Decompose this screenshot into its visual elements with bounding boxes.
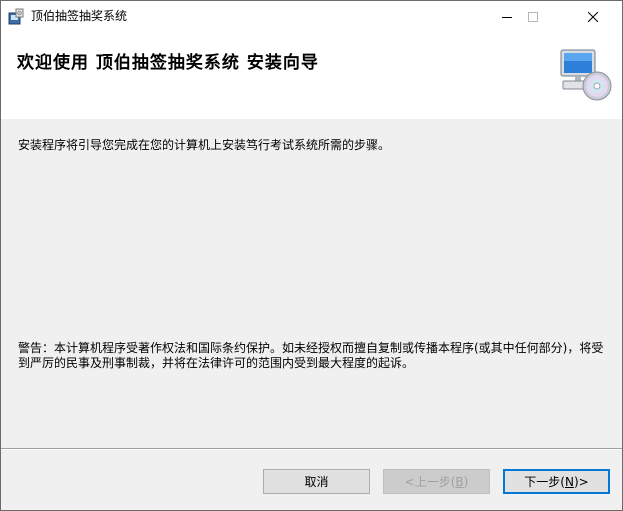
maximize-button (510, 1, 556, 32)
computer-cd-icon (560, 49, 612, 101)
intro-text: 安装程序将引导您完成在您的计算机上安装笃行考试系统所需的步骤。 (18, 138, 391, 152)
back-label-close: ) (463, 474, 469, 489)
copyright-warning: 警告：本计算机程序受著作权法和国际条约保护。如未经授权而擅自复制或传播本程序(或… (18, 341, 604, 370)
installer-window: 顶伯抽签抽奖系统 欢迎使用 顶伯抽签抽奖系统 安装向导 安装程序将引导您完成在您… (0, 0, 623, 511)
wizard-title: 欢迎使用 顶伯抽签抽奖系统 安装向导 (17, 53, 319, 73)
back-hotkey: B (455, 474, 464, 489)
maximize-icon (528, 11, 538, 22)
cancel-label: 取消 (304, 475, 329, 489)
close-icon (588, 11, 598, 22)
header-divider (1, 118, 622, 119)
back-arrow: < (404, 474, 415, 489)
next-button[interactable]: 下一步(N) > (503, 469, 610, 494)
installer-icon (8, 8, 24, 25)
title-bar[interactable]: 顶伯抽签抽奖系统 (1, 1, 622, 32)
cancel-button[interactable]: 取消 (263, 469, 370, 494)
back-label: 上一步( (414, 475, 456, 489)
wizard-header: 欢迎使用 顶伯抽签抽奖系统 安装向导 (1, 32, 622, 119)
next-label: 下一步( (524, 475, 565, 489)
footer-divider-highlight (1, 449, 622, 450)
next-hotkey: N (564, 474, 574, 489)
next-arrow: > (578, 474, 589, 489)
close-button[interactable] (570, 1, 616, 32)
back-button[interactable]: < 上一步(B) (383, 469, 490, 494)
window-title: 顶伯抽签抽奖系统 (31, 9, 128, 23)
